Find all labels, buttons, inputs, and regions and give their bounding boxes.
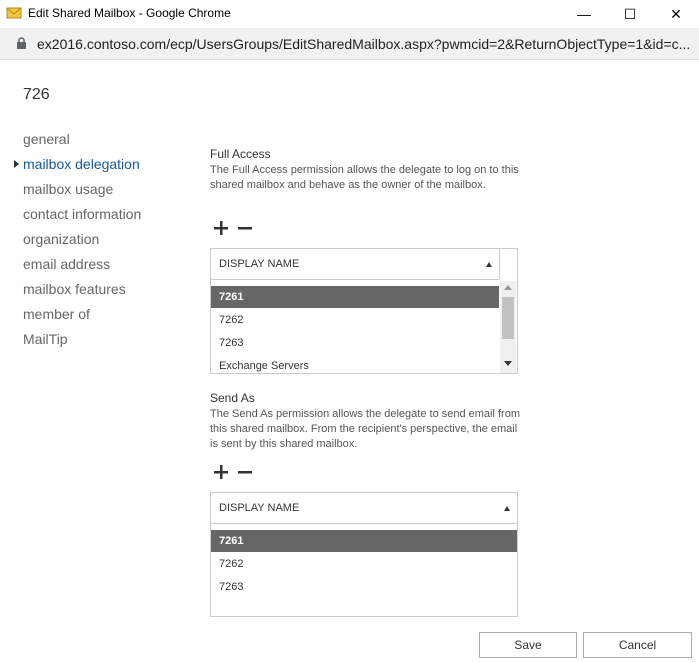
nav-item-mailbox-usage[interactable]: mailbox usage: [23, 181, 113, 197]
full-access-description: The Full Access permission allows the de…: [210, 164, 519, 191]
table-row[interactable]: 7263: [211, 576, 517, 598]
table-row[interactable]: 7261: [211, 286, 499, 308]
column-header-display-name[interactable]: DISPLAY NAME: [219, 502, 299, 514]
lock-icon: [17, 37, 26, 49]
header-divider: [499, 249, 500, 279]
nav-item-email-address[interactable]: email address: [23, 256, 110, 272]
send-as-remove-icon[interactable]: [237, 464, 253, 480]
table-row[interactable]: 7263: [211, 332, 499, 354]
scroll-up-icon[interactable]: [504, 285, 512, 290]
url-text[interactable]: ex2016.contoso.com/ecp/UsersGroups/EditS…: [37, 36, 690, 52]
full-access-scrollbar[interactable]: [500, 281, 516, 373]
nav-item-organization[interactable]: organization: [23, 231, 99, 247]
table-row[interactable]: 7262: [211, 309, 499, 331]
nav-item-general[interactable]: general: [23, 131, 70, 147]
nav-arrow-icon: [14, 160, 19, 168]
nav-item-contact-information[interactable]: contact information: [23, 206, 141, 222]
minimize-button[interactable]: —: [561, 0, 607, 28]
nav-item-mailbox-delegation[interactable]: mailbox delegation: [14, 156, 140, 172]
full-access-grid: DISPLAY NAME 7261 7262 7263 Exchange Ser…: [210, 248, 518, 374]
cancel-button[interactable]: Cancel: [583, 632, 692, 658]
sort-ascending-icon: [486, 262, 492, 267]
table-row[interactable]: 7262: [211, 553, 517, 575]
nav-item-member-of[interactable]: member of: [23, 306, 90, 322]
maximize-button[interactable]: ☐: [607, 0, 653, 28]
sort-ascending-icon: [504, 506, 510, 511]
send-as-grid-header[interactable]: DISPLAY NAME: [211, 493, 517, 524]
close-button[interactable]: ✕: [653, 0, 699, 28]
scroll-down-icon[interactable]: [504, 361, 512, 366]
full-access-remove-icon[interactable]: [237, 220, 253, 236]
mailbox-app-icon: [6, 7, 22, 19]
full-access-title: Full Access: [210, 147, 271, 161]
window-title: Edit Shared Mailbox - Google Chrome: [28, 6, 231, 20]
column-header-display-name[interactable]: DISPLAY NAME: [219, 258, 299, 270]
page-title: 726: [23, 86, 50, 103]
scrollbar-thumb[interactable]: [502, 297, 514, 339]
window-titlebar: Edit Shared Mailbox - Google Chrome — ☐ …: [0, 0, 699, 28]
full-access-add-icon[interactable]: [213, 220, 229, 236]
send-as-title: Send As: [210, 391, 255, 405]
send-as-add-icon[interactable]: [213, 464, 229, 480]
address-bar[interactable]: ex2016.contoso.com/ecp/UsersGroups/EditS…: [0, 28, 699, 60]
send-as-description: The Send As permission allows the delega…: [210, 408, 520, 450]
send-as-grid: DISPLAY NAME 7261 7262 7263: [210, 492, 518, 617]
full-access-grid-header[interactable]: DISPLAY NAME: [211, 249, 499, 280]
table-row[interactable]: 7261: [211, 530, 517, 552]
nav-item-mailtip[interactable]: MailTip: [23, 331, 68, 347]
nav-item-label: mailbox delegation: [23, 156, 140, 172]
nav-item-mailbox-features[interactable]: mailbox features: [23, 281, 126, 297]
table-row[interactable]: Exchange Servers: [211, 355, 499, 373]
save-button[interactable]: Save: [479, 632, 577, 658]
